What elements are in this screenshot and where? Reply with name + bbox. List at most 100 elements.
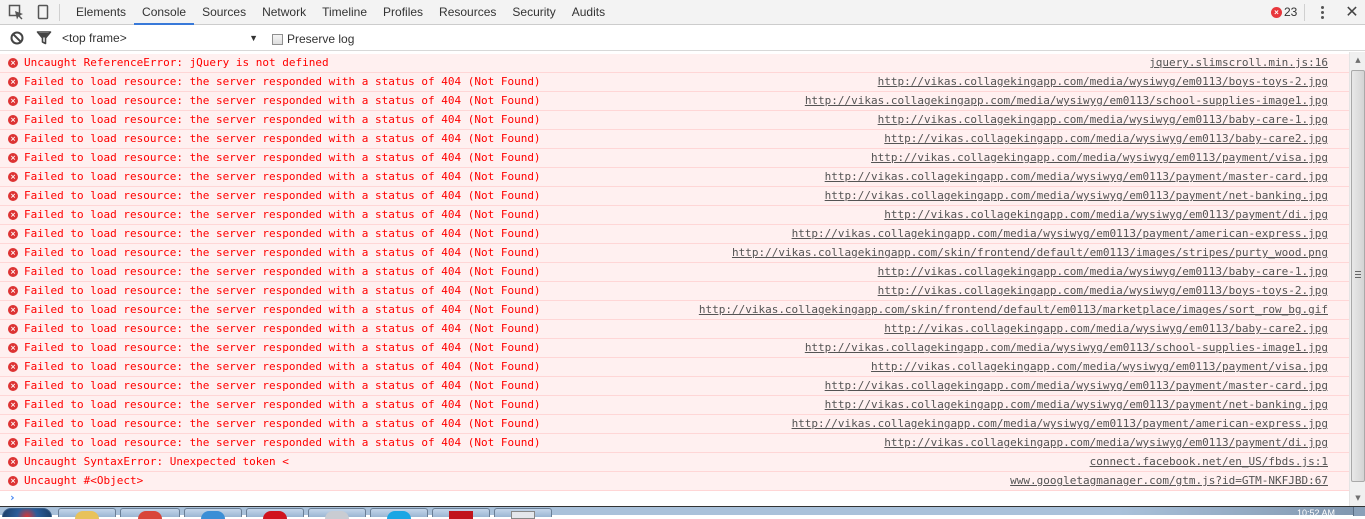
error-icon: × [1271, 6, 1282, 18]
console-message-text: Failed to load resource: the server resp… [24, 322, 541, 335]
console-message-source-link[interactable]: http://vikas.collagekingapp.com/media/wy… [878, 111, 1328, 129]
error-icon: × [8, 286, 18, 296]
console-message-source-link[interactable]: http://vikas.collagekingapp.com/media/wy… [825, 396, 1328, 414]
vertical-scrollbar[interactable]: ▲ ▼ [1349, 52, 1365, 506]
console-message-source-link[interactable]: http://vikas.collagekingapp.com/media/wy… [805, 339, 1328, 357]
error-icon: × [8, 400, 18, 410]
device-mode-icon[interactable] [35, 4, 51, 20]
console-message-row: × Failed to load resource: the server res… [0, 263, 1349, 282]
more-options-button[interactable] [1316, 4, 1328, 21]
console-message-row: × Failed to load resource: the server res… [0, 149, 1349, 168]
console-message-source-link[interactable]: http://vikas.collagekingapp.com/media/wy… [792, 415, 1328, 433]
console-message-row: × Failed to load resource: the server res… [0, 434, 1349, 453]
scroll-up-arrow-icon[interactable]: ▲ [1350, 52, 1365, 68]
tab-security[interactable]: Security [504, 0, 563, 25]
console-message-text: Failed to load resource: the server resp… [24, 113, 541, 126]
taskbar-button-explorer[interactable] [58, 508, 116, 519]
console-message-source-link[interactable]: http://vikas.collagekingapp.com/media/wy… [878, 73, 1328, 91]
console-message-text: Failed to load resource: the server resp… [24, 208, 541, 221]
error-icon: × [8, 96, 18, 106]
console-message-text: Failed to load resource: the server resp… [24, 284, 541, 297]
prompt-caret-icon: › [9, 491, 16, 504]
console-message-source-link[interactable]: http://vikas.collagekingapp.com/media/wy… [825, 377, 1328, 395]
console-message-row: × Uncaught SyntaxError: Unexpected token … [0, 453, 1349, 472]
error-icon: × [8, 324, 18, 334]
frame-selector[interactable]: <top frame> ▼ [62, 30, 262, 47]
close-devtools-button[interactable]: ✕ [1344, 3, 1360, 21]
preserve-log-checkbox[interactable] [272, 33, 283, 45]
console-message-source-link[interactable]: connect.facebook.net/en_US/fbds.js:1 [1090, 453, 1328, 471]
toolbar-divider [59, 4, 60, 21]
error-icon: × [8, 362, 18, 372]
scrollbar-thumb[interactable] [1351, 70, 1365, 482]
tab-profiles[interactable]: Profiles [375, 0, 431, 25]
console-message-source-link[interactable]: http://vikas.collagekingapp.com/media/wy… [871, 358, 1328, 376]
console-message-source-link[interactable]: http://vikas.collagekingapp.com/media/wy… [878, 282, 1328, 300]
console-message-source-link[interactable]: www.googletagmanager.com/gtm.js?id=GTM-N… [1010, 472, 1328, 490]
console-message-text: Failed to load resource: the server resp… [24, 189, 541, 202]
tab-elements[interactable]: Elements [68, 0, 134, 25]
tab-sources[interactable]: Sources [194, 0, 254, 25]
console-message-text: Failed to load resource: the server resp… [24, 417, 541, 430]
start-button[interactable] [2, 508, 52, 517]
console-message-source-link[interactable]: http://vikas.collagekingapp.com/media/wy… [884, 320, 1328, 338]
console-message-source-link[interactable]: http://vikas.collagekingapp.com/media/wy… [884, 434, 1328, 452]
console-message-text: Failed to load resource: the server resp… [24, 94, 541, 107]
console-message-source-link[interactable]: http://vikas.collagekingapp.com/skin/fro… [732, 244, 1328, 262]
error-icon: × [8, 343, 18, 353]
tab-console[interactable]: Console [134, 0, 195, 25]
console-message-source-link[interactable]: http://vikas.collagekingapp.com/media/wy… [884, 130, 1328, 148]
console-message-row: × Failed to load resource: the server res… [0, 339, 1349, 358]
scroll-down-arrow-icon[interactable]: ▼ [1350, 490, 1365, 506]
clear-console-icon[interactable] [9, 30, 25, 46]
console-message-row: × Failed to load resource: the server res… [0, 206, 1349, 225]
console-prompt[interactable]: › [0, 491, 1349, 506]
console-message-source-link[interactable]: http://vikas.collagekingapp.com/media/wy… [884, 206, 1328, 224]
console-message-source-link[interactable]: http://vikas.collagekingapp.com/skin/fro… [699, 301, 1328, 319]
console-message-row: × Failed to load resource: the server res… [0, 358, 1349, 377]
console-message-text: Failed to load resource: the server resp… [24, 436, 541, 449]
console-message-source-link[interactable]: jquery.slimscroll.min.js:16 [1149, 54, 1328, 72]
console-message-text: Failed to load resource: the server resp… [24, 227, 541, 240]
taskbar-button-chrome[interactable] [120, 508, 180, 519]
error-icon: × [8, 115, 18, 125]
taskbar-button-paint[interactable] [494, 508, 552, 519]
console-message-source-link[interactable]: http://vikas.collagekingapp.com/media/wy… [825, 187, 1328, 205]
console-message-row: × Failed to load resource: the server res… [0, 396, 1349, 415]
taskbar-button-opera[interactable] [246, 508, 304, 519]
tab-audits[interactable]: Audits [564, 0, 613, 25]
error-icon: × [8, 191, 18, 201]
console-message-source-link[interactable]: http://vikas.collagekingapp.com/media/wy… [878, 263, 1328, 281]
console-message-source-link[interactable]: http://vikas.collagekingapp.com/media/wy… [825, 168, 1328, 186]
paint-icon [511, 511, 535, 519]
kebab-menu-icon [1321, 6, 1324, 9]
console-message-row: × Failed to load resource: the server res… [0, 168, 1349, 187]
taskbar-button-notepad[interactable] [308, 508, 366, 519]
console-message-text: Failed to load resource: the server resp… [24, 75, 541, 88]
error-icon: × [8, 419, 18, 429]
console-message-row: × Failed to load resource: the server res… [0, 187, 1349, 206]
notepad-icon [325, 511, 349, 519]
taskbar-button-skype[interactable] [370, 508, 428, 519]
error-icon: × [8, 438, 18, 448]
console-message-row: × Failed to load resource: the server res… [0, 73, 1349, 92]
console-message-row: × Uncaught ReferenceError: jQuery is not … [0, 54, 1349, 73]
console-message-source-link[interactable]: http://vikas.collagekingapp.com/media/wy… [871, 149, 1328, 167]
devtools-tabbar: Elements Console Sources Network Timelin… [0, 0, 1365, 25]
skype-icon [387, 511, 411, 519]
taskbar-button-ie[interactable] [184, 508, 242, 519]
console-message-source-link[interactable]: http://vikas.collagekingapp.com/media/wy… [805, 92, 1328, 110]
filter-icon[interactable] [36, 30, 52, 46]
tab-timeline[interactable]: Timeline [314, 0, 375, 25]
preserve-log-toggle[interactable]: Preserve log [272, 31, 354, 47]
taskbar-button-filezilla[interactable] [432, 508, 490, 519]
console-message-row: × Uncaught #<Object> www.googletagmanager.… [0, 472, 1349, 491]
tab-resources[interactable]: Resources [431, 0, 504, 25]
console-message-source-link[interactable]: http://vikas.collagekingapp.com/media/wy… [792, 225, 1328, 243]
error-count-badge[interactable]: × 23 [1271, 5, 1297, 19]
taskbar-clock[interactable]: 10:52 AM [1297, 509, 1335, 518]
error-icon: × [8, 134, 18, 144]
tab-network[interactable]: Network [254, 0, 314, 25]
panel-tabs: Elements Console Sources Network Timelin… [68, 0, 613, 25]
inspect-element-icon[interactable] [8, 4, 24, 20]
